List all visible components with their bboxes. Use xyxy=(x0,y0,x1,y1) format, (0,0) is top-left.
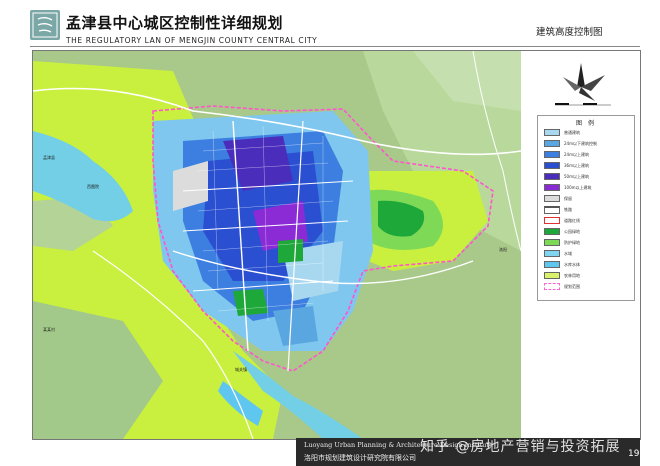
map-label-luoyang: 洛阳 xyxy=(499,247,507,252)
map-canvas[interactable]: 孟津县 西霞院 某某村 洛阳 城关镇 xyxy=(32,50,522,440)
legend-swatch xyxy=(544,217,560,224)
legend-label: 普通建筑 xyxy=(564,129,580,135)
legend-item: 24m以上建筑 xyxy=(544,150,589,159)
logo-seal xyxy=(30,10,60,40)
legend-swatch xyxy=(544,151,560,158)
legend-swatch xyxy=(544,184,560,191)
legend-label: 水域 xyxy=(564,250,572,256)
legend-label: 保留 xyxy=(564,195,572,201)
legend-swatch xyxy=(544,162,560,169)
side-panel: 图 例 普通建筑 24m以下建筑控制 24m以上建筑 36m以上建筑 50m以上… xyxy=(521,50,641,440)
legend-item: 普通建筑 xyxy=(544,128,580,137)
legend-item: 农林用地 xyxy=(544,271,580,280)
legend-item: 保留 xyxy=(544,194,572,203)
legend-item: 规划范围 xyxy=(544,282,580,291)
legend-item: 50m以上建筑 xyxy=(544,172,589,181)
legend-label: 50m以上建筑 xyxy=(564,173,589,179)
planning-map xyxy=(33,51,521,439)
legend-item: 道路红线 xyxy=(544,216,580,225)
legend-label: 100m以上建筑 xyxy=(564,184,592,190)
map-label-village: 某某村 xyxy=(43,327,55,332)
legend-label: 24m以下建筑控制 xyxy=(564,140,597,146)
legend-swatch xyxy=(544,283,560,290)
legend-label: 农林用地 xyxy=(564,272,580,278)
watermark: 知乎 @房地产营销与投资拓展 xyxy=(420,439,621,455)
legend-label: 24m以上建筑 xyxy=(564,151,589,157)
legend-item: 100m以上建筑 xyxy=(544,183,592,192)
header: 孟津县中心城区控制性详细规划 THE REGULATORY LAN OF MEN… xyxy=(0,0,660,50)
page-title: 孟津县中心城区控制性详细规划 xyxy=(66,14,284,32)
legend-item: 36m以上建筑 xyxy=(544,161,589,170)
legend-swatch xyxy=(544,195,560,202)
page-number: 19 xyxy=(628,449,640,459)
map-label-xixiayuan: 西霞院 xyxy=(87,184,99,189)
legend-label: 规划范围 xyxy=(564,283,580,289)
legend-label: 公园绿地 xyxy=(564,228,580,234)
legend-swatch xyxy=(544,272,560,279)
map-label-chengguan: 城关镇 xyxy=(235,367,247,372)
drawing-name: 建筑高度控制图 xyxy=(536,27,603,38)
institute-name-cn: 洛阳市规划建筑设计研究院有限公司 xyxy=(304,454,416,462)
legend-label: 36m以上建筑 xyxy=(564,162,589,168)
legend-item: 24m以下建筑控制 xyxy=(544,139,597,148)
legend-item: 防护绿地 xyxy=(544,238,580,247)
legend-swatch xyxy=(544,261,560,268)
legend-swatch xyxy=(544,250,560,257)
legend-item: 铁路 xyxy=(544,205,572,214)
legend-title: 图 例 xyxy=(576,120,596,127)
legend-label: 铁路 xyxy=(564,206,572,212)
legend-item: 公园绿地 xyxy=(544,227,580,236)
legend-label: 防护绿地 xyxy=(564,239,580,245)
legend: 图 例 普通建筑 24m以下建筑控制 24m以上建筑 36m以上建筑 50m以上… xyxy=(537,115,635,301)
legend-label: 水库水体 xyxy=(564,261,580,267)
legend-swatch xyxy=(544,228,560,235)
legend-swatch xyxy=(544,205,560,214)
legend-item: 水库水体 xyxy=(544,260,580,269)
legend-swatch xyxy=(544,140,560,147)
legend-swatch xyxy=(544,173,560,180)
header-divider xyxy=(30,46,640,47)
legend-label: 道路红线 xyxy=(564,217,580,223)
north-arrow-icon xyxy=(555,63,611,106)
legend-item: 水域 xyxy=(544,249,572,258)
compass xyxy=(535,57,631,117)
legend-swatch xyxy=(544,239,560,246)
map-label-mengjin: 孟津县 xyxy=(43,155,55,160)
legend-swatch xyxy=(544,129,560,136)
page-subtitle: THE REGULATORY LAN OF MENGJIN COUNTY CEN… xyxy=(66,36,318,45)
logo-seal-icon xyxy=(32,12,58,38)
